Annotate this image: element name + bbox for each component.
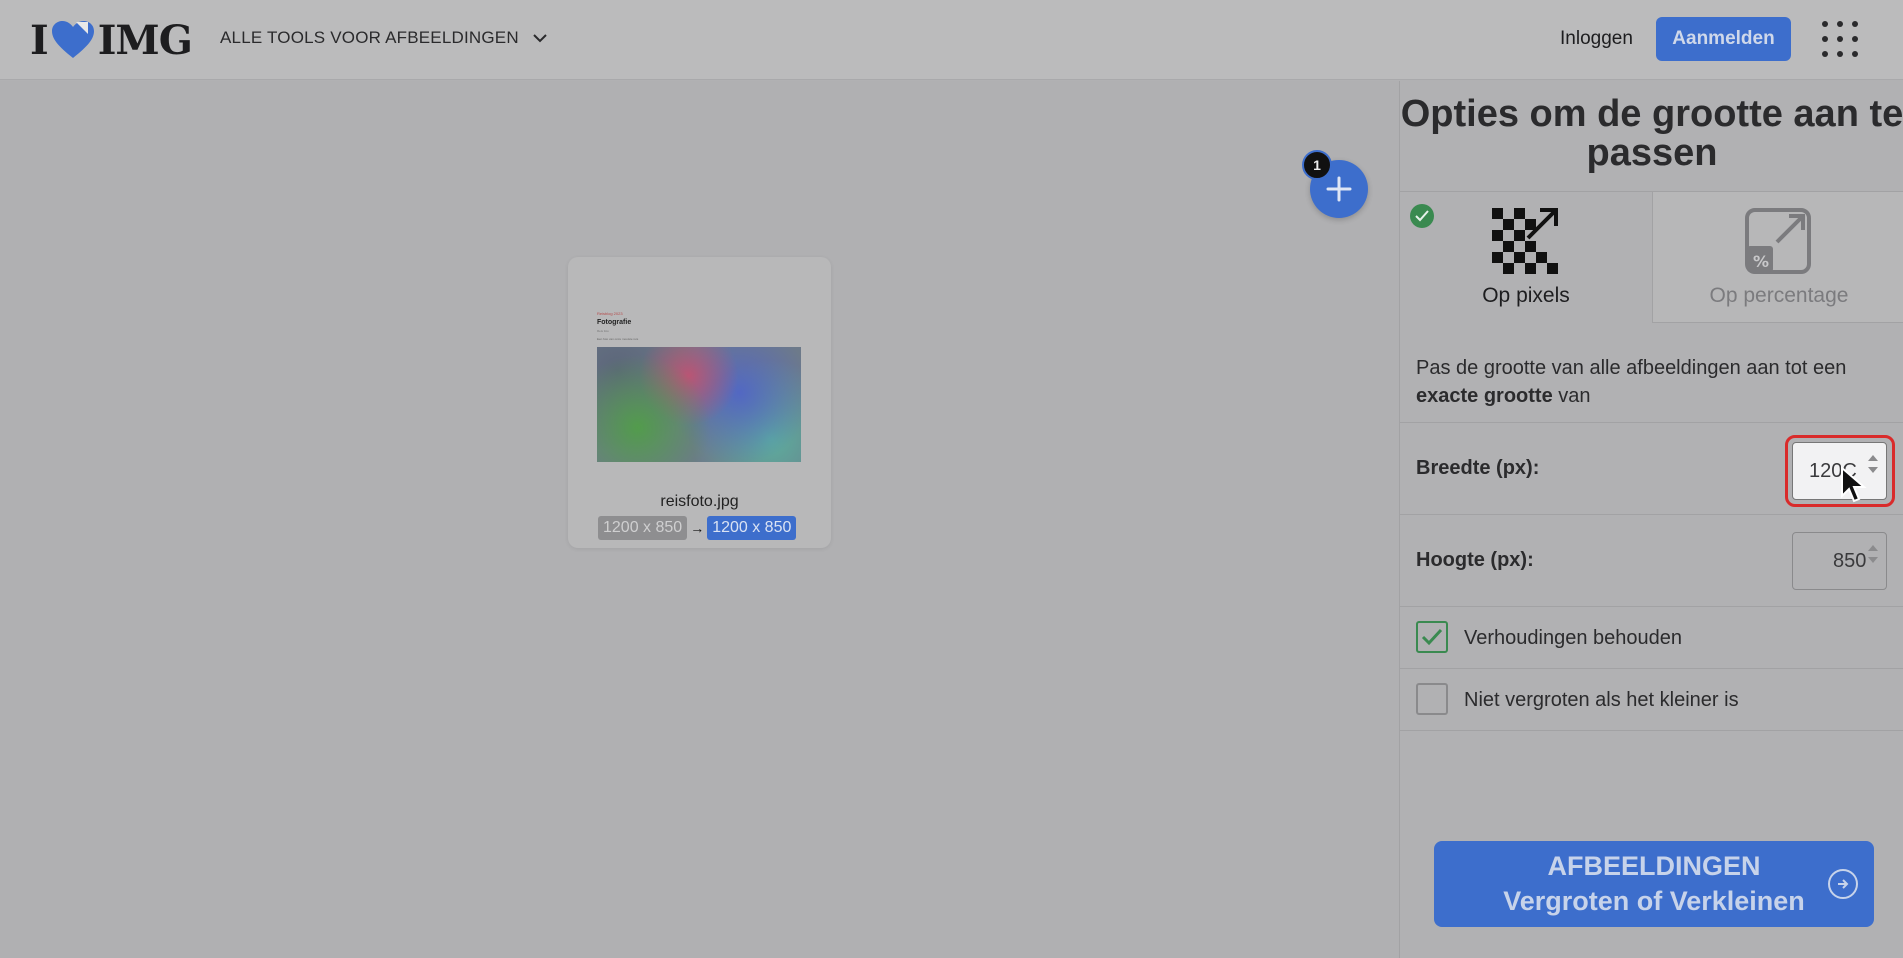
keep-ratio-row[interactable]: Verhoudingen behouden xyxy=(1400,606,1903,668)
logo-text-img: IMG xyxy=(97,16,193,64)
no-enlarge-checkbox[interactable] xyxy=(1416,683,1448,715)
description-post: van xyxy=(1552,385,1591,407)
width-label: Breedte (px): xyxy=(1416,457,1540,479)
original-size-badge: 1200 x 850 xyxy=(598,516,688,540)
height-input[interactable]: 850 xyxy=(1792,532,1887,590)
width-row: Breedte (px): 120C xyxy=(1400,422,1903,514)
file-count-badge: 1 xyxy=(1302,150,1332,180)
new-size-badge: 1200 x 850 xyxy=(707,516,797,540)
thumbnail-title: Fotografie xyxy=(597,319,632,326)
resize-description: Pas de grootte van alle afbeeldingen aan… xyxy=(1416,354,1886,410)
file-thumbnail: Reisblog 2023 Fotografie Reis foto Een f… xyxy=(597,297,801,462)
no-enlarge-label: Niet vergroten als het kleiner is xyxy=(1464,689,1739,711)
all-tools-menu[interactable]: ALLE TOOLS VOOR AFBEELDINGEN xyxy=(220,28,547,48)
thumbnail-small-text: Reisblog 2023 xyxy=(597,311,623,316)
login-link[interactable]: Inloggen xyxy=(1560,28,1633,50)
file-name: reisfoto.jpg xyxy=(660,493,739,510)
grid-menu-icon[interactable] xyxy=(1822,21,1858,57)
description-pre: Pas de grootte van alle afbeeldingen aan… xyxy=(1416,357,1847,379)
height-row: Hoogte (px): 850 xyxy=(1400,514,1903,606)
arrow-right-icon: → xyxy=(690,520,705,536)
no-enlarge-row[interactable]: Niet vergroten als het kleiner is xyxy=(1400,668,1903,731)
workspace-area: Reisblog 2023 Fotografie Reis foto Een f… xyxy=(0,81,1399,958)
submit-line-1: AFBEELDINGEN xyxy=(1547,851,1761,881)
height-value: 850 xyxy=(1833,549,1867,572)
submit-line-2: Vergroten of Verkleinen xyxy=(1503,886,1805,916)
resize-submit-button[interactable]: AFBEELDINGEN Vergroten of Verkleinen xyxy=(1434,841,1874,927)
logo-text-i: I xyxy=(30,16,49,64)
tab-by-pixels[interactable]: Op pixels xyxy=(1400,192,1652,323)
top-header: I IMG ALLE TOOLS VOOR AFBEELDINGEN Inlog… xyxy=(0,0,1903,80)
thumbnail-subtitle: Reis foto xyxy=(597,329,609,333)
percentage-resize-icon: % xyxy=(1745,208,1811,274)
iloveimg-logo[interactable]: I IMG xyxy=(30,16,193,64)
svg-text:%: % xyxy=(1753,252,1769,271)
pixels-resize-icon xyxy=(1492,208,1558,274)
plus-icon xyxy=(1326,176,1352,202)
chevron-down-icon xyxy=(533,33,547,42)
thumbnail-photo xyxy=(597,347,801,462)
all-tools-label: ALLE TOOLS VOOR AFBEELDINGEN xyxy=(220,28,519,47)
arrow-circle-right-icon xyxy=(1828,869,1858,899)
heart-icon xyxy=(51,21,94,58)
mouse-cursor-icon xyxy=(1841,466,1867,503)
dimension-row: 1200 x 850 → 1200 x 850 xyxy=(598,516,797,540)
tab-by-percentage[interactable]: % Op percentage xyxy=(1652,192,1903,323)
file-card[interactable]: Reisblog 2023 Fotografie Reis foto Een f… xyxy=(568,257,831,548)
tab-by-percentage-label: Op percentage xyxy=(1709,284,1849,307)
check-icon xyxy=(1410,204,1434,228)
sidebar-title: Opties om de grootte aan te passen xyxy=(1400,93,1903,174)
checkmark-icon xyxy=(1421,628,1443,646)
height-label: Hoogte (px): xyxy=(1416,549,1534,571)
description-bold: exacte grootte xyxy=(1416,385,1553,407)
keep-ratio-label: Verhoudingen behouden xyxy=(1464,627,1682,649)
options-sidebar: Opties om de grootte aan te passen Op pi… xyxy=(1399,81,1903,958)
thumbnail-line: Een foto van onze mooiste reis xyxy=(597,337,639,341)
keep-ratio-checkbox[interactable] xyxy=(1416,621,1448,653)
tab-by-pixels-label: Op pixels xyxy=(1482,284,1570,307)
height-stepper[interactable] xyxy=(1868,545,1878,563)
resize-mode-tabs: Op pixels % Op percentage xyxy=(1400,191,1903,323)
signup-button[interactable]: Aanmelden xyxy=(1656,17,1791,61)
